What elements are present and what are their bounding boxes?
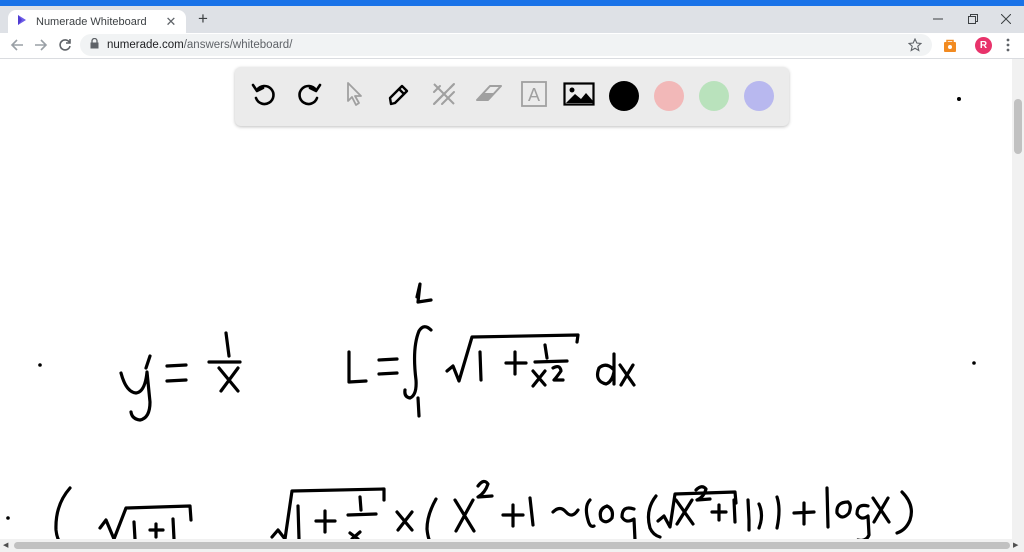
text-tool-label: A [528, 85, 540, 105]
color-swatch-black[interactable] [609, 81, 639, 111]
vertical-scroll-thumb[interactable] [1014, 99, 1022, 154]
eraser-icon [474, 80, 504, 113]
stray-dot [6, 516, 10, 520]
tools-icon [430, 80, 458, 113]
stray-dot [38, 363, 42, 367]
pen-icon [385, 80, 413, 113]
color-swatch-lavender[interactable] [744, 81, 774, 111]
whiteboard-toolbar: A [235, 67, 789, 126]
horizontal-scroll-thumb[interactable] [14, 542, 1010, 549]
eraser-button[interactable] [473, 80, 505, 112]
tools-button[interactable] [428, 80, 460, 112]
stray-dot [972, 361, 976, 365]
text-button[interactable]: A [518, 80, 550, 112]
horizontal-scrollbar[interactable]: ◀ ▶ [0, 539, 1024, 552]
equation-y-prime [119, 331, 242, 422]
color-swatch-green[interactable] [699, 81, 729, 111]
redo-button[interactable] [293, 80, 325, 112]
undo-button[interactable] [248, 80, 280, 112]
image-button[interactable] [563, 80, 595, 112]
text-icon: A [520, 80, 548, 113]
equation-arc-length [347, 282, 636, 418]
pointer-button[interactable] [338, 80, 370, 112]
redo-icon [295, 80, 323, 113]
pen-button[interactable] [383, 80, 415, 112]
equation-result [54, 479, 913, 539]
undo-icon [250, 80, 278, 113]
scroll-left-icon[interactable]: ◀ [3, 541, 8, 549]
pointer-icon [342, 81, 366, 112]
stray-dot [957, 97, 961, 101]
image-icon [563, 80, 595, 113]
vertical-scrollbar[interactable] [1012, 59, 1024, 539]
color-swatch-pink[interactable] [654, 81, 684, 111]
scroll-right-icon[interactable]: ▶ [1013, 541, 1018, 549]
